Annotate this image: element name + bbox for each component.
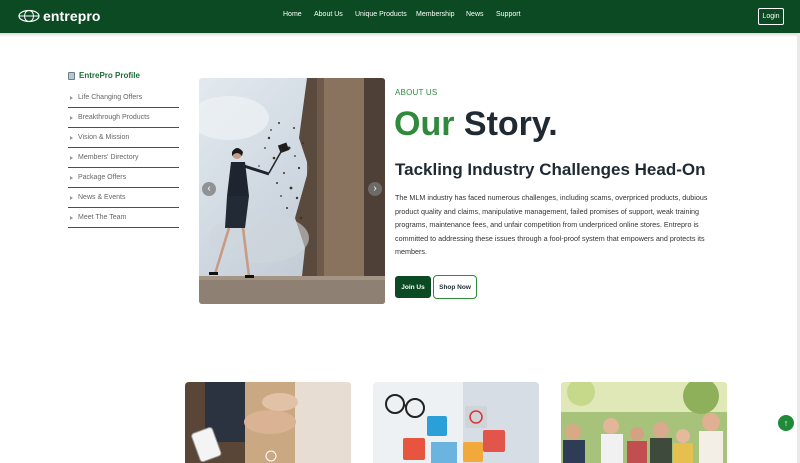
sidebar-item-label: Life Changing Offers	[78, 94, 143, 101]
caret-right-icon	[70, 175, 73, 180]
sidebar-item-news-events[interactable]: News & Events	[68, 188, 179, 208]
carousel-prev-icon[interactable]: ‹	[202, 182, 216, 196]
sidebar-item-meet-the-team[interactable]: Meet The Team	[68, 208, 179, 228]
sidebar-item-members-directory[interactable]: Members' Directory	[68, 148, 179, 168]
sidebar-item-label: Meet The Team	[78, 214, 127, 221]
sidebar-item-label: Vision & Mission	[78, 134, 130, 141]
sidebar-menu: Life Changing Offers Breakthrough Produc…	[68, 88, 179, 228]
teamwork-hands-image	[185, 382, 351, 463]
carousel-next-icon[interactable]: ›	[368, 182, 382, 196]
happy-family-image	[561, 382, 727, 463]
scroll-to-top-icon[interactable]: ↑	[778, 415, 794, 431]
sidebar-item-vision-mission[interactable]: Vision & Mission	[68, 128, 179, 148]
page-title: Our Story.	[394, 105, 558, 144]
nav-home[interactable]: Home	[283, 11, 302, 18]
sidebar-item-package-offers[interactable]: Package Offers	[68, 168, 179, 188]
nav-news[interactable]: News	[466, 11, 484, 18]
top-navbar: entrepro Home About Us Unique Products M…	[0, 0, 800, 33]
nav-membership[interactable]: Membership	[416, 11, 455, 18]
strategy-icons-image	[373, 382, 539, 463]
sidebar-item-label: Package Offers	[78, 174, 127, 181]
sidebar-item-life-changing-offers[interactable]: Life Changing Offers	[68, 88, 179, 108]
caret-right-icon	[70, 215, 73, 220]
sidebar-title: EntrePro Profile	[68, 71, 140, 80]
sidebar-item-label: Members' Directory	[78, 154, 139, 161]
sidebar-item-label: News & Events	[78, 194, 126, 201]
hero-carousel[interactable]: ‹ ›	[199, 78, 385, 304]
caret-right-icon	[70, 195, 73, 200]
login-button[interactable]: Login	[758, 8, 784, 25]
about-eyebrow: ABOUT US	[395, 88, 438, 97]
card-teamwork-image[interactable]	[185, 382, 351, 463]
book-icon	[68, 71, 75, 80]
sidebar-item-breakthrough-products[interactable]: Breakthrough Products	[68, 108, 179, 128]
join-us-button[interactable]: Join Us	[395, 276, 431, 298]
card-family-image[interactable]	[561, 382, 727, 463]
title-accent: Our	[394, 105, 455, 143]
story-body: The MLM industry has faced numerous chal…	[395, 193, 708, 257]
nav-support[interactable]: Support	[496, 11, 521, 18]
nav-about-us[interactable]: About Us	[314, 11, 343, 18]
caret-right-icon	[70, 135, 73, 140]
caret-right-icon	[70, 95, 73, 100]
card-strategy-image[interactable]	[373, 382, 539, 463]
shop-now-button[interactable]: Shop Now	[433, 275, 477, 299]
header-shadow	[0, 33, 800, 37]
sidebar-item-label: Breakthrough Products	[78, 114, 150, 121]
caret-right-icon	[70, 115, 73, 120]
section-subtitle: Tackling Industry Challenges Head-On	[395, 160, 706, 179]
main-nav: Home About Us Unique Products Membership…	[0, 11, 800, 23]
sidebar-title-text: EntrePro Profile	[79, 71, 140, 80]
nav-unique-products[interactable]: Unique Products	[355, 11, 407, 18]
hero-image-businesswoman-breaking-wall	[199, 78, 385, 304]
title-rest: Story.	[463, 105, 558, 143]
caret-right-icon	[70, 155, 73, 160]
